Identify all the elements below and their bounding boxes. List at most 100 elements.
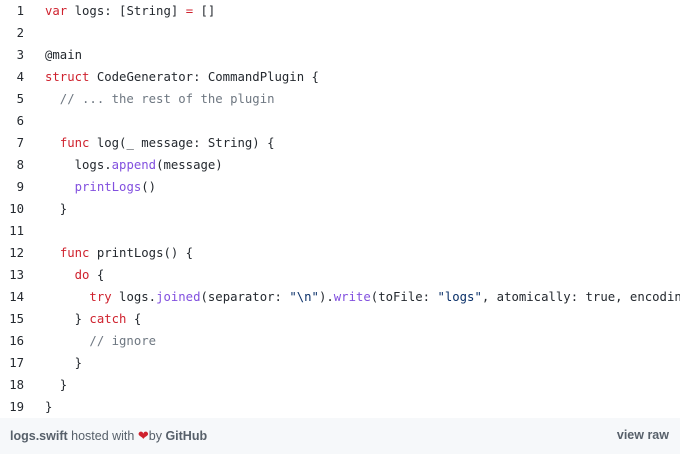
line-number: 9 (16, 180, 24, 194)
code-line: 18 } (0, 374, 680, 396)
code-token: catch (89, 312, 127, 326)
heart-icon: ❤ (137, 428, 149, 443)
line-content: // ignore (45, 330, 156, 352)
code-token: (message) (156, 158, 223, 172)
code-line: 2 (0, 22, 680, 44)
line-content: } (45, 396, 52, 418)
code-line: 8 logs.append(message) (0, 154, 680, 176)
code-line: 17 } (0, 352, 680, 374)
line-content: logs.append(message) (45, 154, 223, 176)
line-number: 8 (16, 158, 24, 172)
code-token: do (74, 268, 90, 282)
code-token: append (111, 158, 157, 172)
code-token: , atomically: true, encoding: .utf8) (481, 290, 680, 304)
code-token: } (45, 400, 53, 414)
line-number: 19 (9, 400, 24, 414)
code-token: { (89, 268, 105, 282)
code-token: func (59, 136, 90, 150)
code-token: joined (156, 290, 201, 304)
line-number: 18 (9, 378, 24, 392)
line-number: 14 (9, 290, 24, 304)
line-content: try logs.joined(separator: "\n").write(t… (45, 286, 680, 308)
line-number: 12 (9, 246, 24, 260)
code-token: struct (45, 70, 90, 84)
code-token: @main (45, 48, 83, 62)
code-token: ). (318, 290, 334, 304)
code-token: log(_ message: String) { (89, 136, 275, 150)
code-line: 3 @main (0, 44, 680, 66)
code-token: printLogs (74, 180, 142, 194)
line-content: } (45, 198, 67, 220)
line-number: 13 (9, 268, 24, 282)
code-token: } (45, 378, 68, 392)
code-view: 1 var logs: [String] = [] 2 3 @main 4 struct C… (0, 0, 680, 418)
line-content: printLogs() (45, 176, 156, 198)
line-number: 7 (16, 136, 24, 150)
code-token: } (45, 312, 90, 326)
code-line: 15 } catch { (0, 308, 680, 330)
code-token: func (59, 246, 90, 260)
code-token: printLogs() { (89, 246, 194, 260)
line-number: 16 (9, 334, 24, 348)
code-line: 10 } (0, 198, 680, 220)
gist-embed: 1 var logs: [String] = [] 2 3 @main 4 struct C… (0, 0, 680, 454)
code-line: 7 func log(_ message: String) { (0, 132, 680, 154)
code-token: = (185, 4, 194, 18)
line-content: } catch { (45, 308, 142, 330)
code-token: logs. (111, 290, 157, 304)
code-token: // ignore (45, 334, 157, 348)
line-number: 4 (16, 70, 24, 84)
line-number: 17 (9, 356, 24, 370)
code-token: write (333, 290, 371, 304)
code-token: var (45, 4, 68, 18)
line-number: 15 (9, 312, 24, 326)
line-content: } (45, 374, 67, 396)
line-content: func log(_ message: String) { (45, 132, 275, 154)
code-token: [] (193, 4, 216, 18)
line-number: 11 (9, 224, 24, 238)
code-token: logs: [String] (67, 4, 186, 18)
code-token: CodeGenerator: CommandPlugin { (89, 70, 319, 84)
code-line: 4 struct CodeGenerator: CommandPlugin { (0, 66, 680, 88)
by-text: by (148, 429, 166, 443)
code-token: try (89, 290, 112, 304)
code-line: 5 // ... the rest of the plugin (0, 88, 680, 110)
code-line: 13 do { (0, 264, 680, 286)
gist-meta: logs.swift hosted with ❤by GitHub (10, 428, 207, 444)
code-line: 6 (0, 110, 680, 132)
view-raw-link[interactable]: view raw (617, 428, 669, 442)
code-line: 16 // ignore (0, 330, 680, 352)
line-content: do { (45, 264, 105, 286)
line-number: 5 (16, 92, 24, 106)
code-token: (separator: (200, 290, 290, 304)
code-token: } (45, 356, 83, 370)
line-content: // ... the rest of the plugin (45, 88, 275, 110)
line-number: 1 (16, 4, 24, 18)
line-content: @main (45, 44, 82, 66)
line-number: 6 (16, 114, 24, 128)
line-content: struct CodeGenerator: CommandPlugin { (45, 66, 319, 88)
code-token: (toFile: (370, 290, 438, 304)
code-line: 1 var logs: [String] = [] (0, 0, 680, 22)
code-token: logs. (45, 158, 112, 172)
line-content: } (45, 352, 82, 374)
code-token: { (126, 312, 142, 326)
gist-footer: logs.swift hosted with ❤by GitHub view r… (0, 418, 680, 454)
hosted-with-text: hosted with (67, 429, 138, 443)
code-token: () (141, 180, 157, 194)
code-line: 9 printLogs() (0, 176, 680, 198)
line-number: 2 (16, 26, 24, 40)
code-line: 12 func printLogs() { (0, 242, 680, 264)
code-line: 19} (0, 396, 680, 418)
code-line: 11 (0, 220, 680, 242)
file-link[interactable]: logs.swift (10, 429, 68, 443)
code-token: // ... the rest of the plugin (45, 92, 275, 106)
github-link[interactable]: GitHub (165, 429, 207, 443)
code-line: 14 try logs.joined(separator: "\n").writ… (0, 286, 680, 308)
code-token: "\n" (289, 290, 319, 304)
